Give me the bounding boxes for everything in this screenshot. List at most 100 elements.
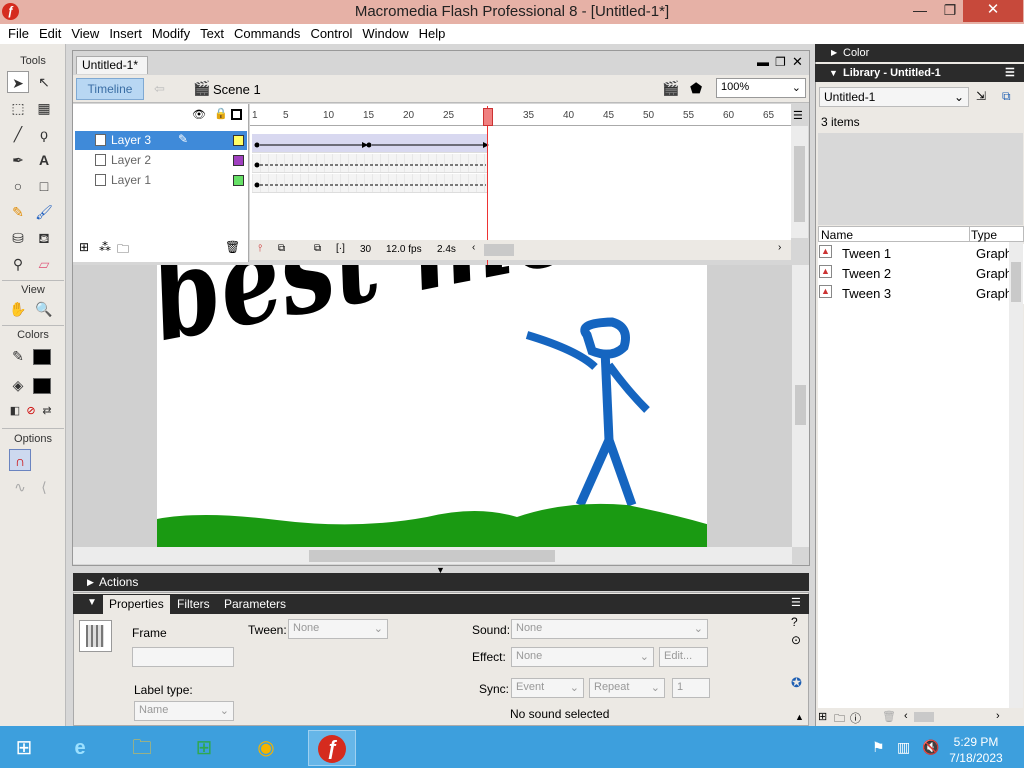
layer-color-swatch[interactable]	[233, 175, 244, 186]
minimize-button[interactable]: —	[905, 0, 935, 22]
subselection-tool-icon[interactable]: ↖	[33, 71, 55, 93]
start-icon[interactable]: ⊞	[4, 730, 44, 766]
frame-name-input[interactable]	[132, 647, 234, 667]
new-library-icon[interactable]: ⧉	[1002, 89, 1011, 104]
layer-row[interactable]: Layer 3 ✎	[75, 131, 247, 150]
library-panel-header[interactable]: ▼ Library - Untitled-1 ☰	[815, 64, 1024, 82]
hscroll-thumb[interactable]	[484, 244, 514, 256]
menu-file[interactable]: File	[3, 24, 34, 44]
timeline-button[interactable]: Timeline	[76, 78, 144, 100]
text-tool-icon[interactable]: A	[33, 149, 55, 171]
timeline-vscroll[interactable]	[791, 126, 808, 238]
edit-envelope-icon[interactable]: ✪	[791, 675, 802, 691]
smooth-icon[interactable]: ∿	[9, 476, 31, 498]
stroke-color-icon[interactable]: ✎	[7, 345, 29, 367]
pencil-tool-icon[interactable]: ✎	[7, 201, 29, 223]
volume-muted-icon[interactable]: 🔇	[922, 739, 939, 756]
color-panel-header[interactable]: ▶ Color	[815, 44, 1024, 62]
onion-markers-icon[interactable]: [·]	[336, 243, 345, 254]
menu-text[interactable]: Text	[195, 24, 229, 44]
library-item[interactable]: ▲ Tween 1 Graph	[818, 244, 1024, 264]
tab-filters[interactable]: Filters	[171, 595, 216, 614]
ink-bottle-icon[interactable]: ⛁	[7, 227, 29, 249]
layer-row[interactable]: Layer 2	[75, 151, 247, 170]
add-guide-icon[interactable]: ⁂	[99, 240, 111, 254]
clock[interactable]: 5:29 PM 7/18/2023	[944, 734, 1008, 766]
col-name[interactable]: Name	[821, 228, 853, 242]
menu-insert[interactable]: Insert	[104, 24, 147, 44]
edit-button[interactable]: Edit...	[659, 647, 708, 667]
maximize-button[interactable]: ❐	[935, 0, 965, 22]
library-select[interactable]: Untitled-1 ⌄	[819, 87, 969, 107]
accessibility-icon[interactable]: ⊙	[791, 633, 801, 647]
free-transform-icon[interactable]: ⬚	[7, 97, 29, 119]
panel-menu-icon[interactable]: ☰	[791, 596, 801, 609]
layer-row[interactable]: Layer 1	[75, 171, 247, 190]
swap-colors-icon[interactable]: ⇄	[36, 400, 58, 422]
scroll-thumb[interactable]	[309, 550, 555, 562]
outline-icon[interactable]	[231, 109, 242, 120]
help-icon[interactable]: ?	[791, 615, 798, 629]
scroll-thumb[interactable]	[1011, 262, 1021, 302]
store-icon[interactable]: ⊞	[184, 730, 224, 766]
insert-layer-icon[interactable]: ⊞	[79, 240, 89, 254]
menu-view[interactable]: View	[66, 24, 104, 44]
center-frame-icon[interactable]: ⫯	[258, 243, 262, 254]
edit-multiple-icon[interactable]: ⧉	[314, 243, 321, 254]
delete-icon[interactable]: 🗑	[882, 710, 896, 723]
straighten-icon[interactable]: ⟨	[33, 476, 55, 498]
chrome-icon[interactable]: ◉	[246, 730, 286, 766]
scroll-thumb[interactable]	[795, 385, 806, 425]
playhead-handle[interactable]	[483, 108, 493, 126]
menu-edit[interactable]: Edit	[34, 24, 66, 44]
eye-icon[interactable]: 👁	[192, 108, 206, 121]
label-type-select[interactable]: Name ⌄	[134, 701, 234, 721]
pin-library-icon[interactable]: ⇲	[976, 89, 986, 103]
flash-task-icon[interactable]: ƒ	[308, 730, 356, 766]
fill-transform-icon[interactable]: ▦	[33, 97, 55, 119]
stage-hscroll[interactable]	[73, 547, 792, 564]
hand-tool-icon[interactable]: ✋	[7, 298, 29, 320]
scroll-right-icon[interactable]: ›	[996, 710, 1000, 722]
collapse-arrow-icon[interactable]: ▼	[87, 597, 97, 608]
scroll-left-icon[interactable]: ‹	[472, 242, 475, 253]
sync-select[interactable]: Event ⌄	[511, 678, 584, 698]
fill-color-swatch[interactable]	[33, 378, 51, 394]
flag-icon[interactable]: ⚑	[872, 739, 885, 756]
hscroll-thumb[interactable]	[914, 712, 934, 722]
stroke-color-swatch[interactable]	[33, 349, 51, 365]
delete-layer-icon[interactable]: 🗑	[225, 240, 240, 254]
oval-tool-icon[interactable]: ○	[7, 175, 29, 197]
scroll-right-icon[interactable]: ›	[778, 242, 781, 253]
doc-close-icon[interactable]: ✕	[792, 54, 803, 70]
paint-bucket-icon[interactable]: ⛾	[33, 227, 55, 249]
properties-icon[interactable]: ⓘ	[850, 710, 861, 726]
layer-color-swatch[interactable]	[233, 155, 244, 166]
explorer-icon[interactable]: 🗀	[122, 730, 162, 766]
eyedropper-icon[interactable]: ⚲	[7, 253, 29, 275]
col-type[interactable]: Type	[971, 228, 997, 242]
fill-color-icon[interactable]: ◈	[7, 374, 29, 396]
stage-vscroll[interactable]	[792, 265, 809, 547]
menu-control[interactable]: Control	[305, 24, 357, 44]
zoom-tool-icon[interactable]: 🔍	[33, 298, 55, 320]
ie-icon[interactable]: e	[60, 730, 100, 766]
doc-minimize-icon[interactable]: ▬	[757, 55, 769, 69]
close-button[interactable]: ✕	[963, 0, 1023, 22]
eraser-icon[interactable]: ▱	[33, 253, 55, 275]
back-arrow-icon[interactable]: ⇦	[154, 81, 165, 97]
layer-color-swatch[interactable]	[233, 135, 244, 146]
tab-parameters[interactable]: Parameters	[218, 595, 292, 614]
sound-select[interactable]: None ⌄	[511, 619, 708, 639]
repeat-select[interactable]: Repeat ⌄	[589, 678, 665, 698]
tab-properties[interactable]: Properties	[103, 595, 170, 614]
doc-restore-icon[interactable]: ❐	[775, 55, 786, 69]
library-vscroll[interactable]	[1009, 242, 1023, 708]
repeat-count-input[interactable]: 1	[672, 678, 710, 698]
library-item[interactable]: ▲ Tween 3 Graph	[818, 284, 1024, 304]
stage[interactable]: best movie ever!!!	[140, 265, 792, 547]
edit-symbol-icon[interactable]: ⬟	[690, 80, 702, 97]
panel-menu-icon[interactable]: ☰	[1005, 64, 1015, 82]
network-icon[interactable]: ▥	[897, 739, 910, 756]
snap-magnet-icon[interactable]: ∩	[9, 449, 31, 471]
